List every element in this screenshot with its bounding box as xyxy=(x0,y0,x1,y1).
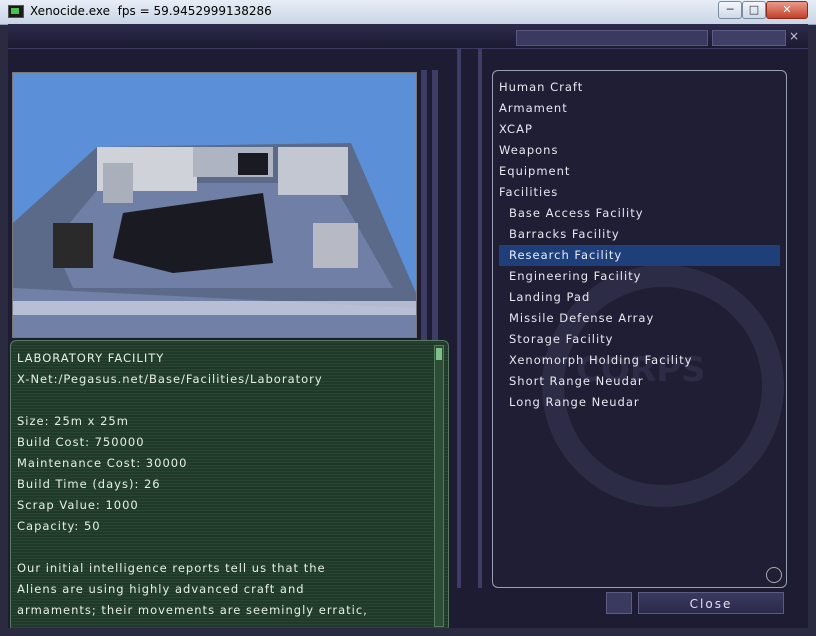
window-title: Xenocide.exe fps = 59.9452999138286 xyxy=(30,4,272,18)
info-line: Scrap Value: 1000 xyxy=(17,498,139,512)
menu-item-base-access-facility[interactable]: Base Access Facility xyxy=(499,203,780,224)
maximize-button[interactable]: □ xyxy=(742,1,766,19)
menu-item-barracks-facility[interactable]: Barracks Facility xyxy=(499,224,780,245)
info-line: LABORATORY FACILITY xyxy=(17,351,165,365)
top-frame: × xyxy=(8,24,808,49)
frame-bar xyxy=(457,48,461,588)
scrollbar-thumb[interactable] xyxy=(436,348,442,360)
menu-item-equipment[interactable]: Equipment xyxy=(499,161,780,182)
frame-segment xyxy=(712,30,786,46)
facility-model-image xyxy=(13,73,416,337)
menu-item-short-range-neudar[interactable]: Short Range Neudar xyxy=(499,371,780,392)
info-line xyxy=(17,537,368,558)
menu-item-engineering-facility[interactable]: Engineering Facility xyxy=(499,266,780,287)
close-window-button[interactable]: ✕ xyxy=(766,1,808,19)
menu-item-human-craft[interactable]: Human Craft xyxy=(499,77,780,98)
info-line: X-Net:/Pegasus.net/Base/Facilities/Labor… xyxy=(17,372,323,386)
info-line: Size: 25m x 25m xyxy=(17,414,129,428)
menu-item-long-range-neudar[interactable]: Long Range Neudar xyxy=(499,392,780,413)
menu-item-storage-facility[interactable]: Storage Facility xyxy=(499,329,780,350)
xnet-menu: Human Craft Armament XCAP Weapons Equipm… xyxy=(499,77,780,413)
menu-item-xenomorph-holding-facility[interactable]: Xenomorph Holding Facility xyxy=(499,350,780,371)
menu-item-landing-pad[interactable]: Landing Pad xyxy=(499,287,780,308)
info-line: Build Time (days): 26 xyxy=(17,477,161,491)
game-client: × LABORATORY FACILITY X-Net:/Pegasus.net… xyxy=(8,24,808,628)
facility-3d-view[interactable] xyxy=(12,72,417,338)
crosshair-icon xyxy=(766,567,782,583)
menu-item-armament[interactable]: Armament xyxy=(499,98,780,119)
title-bar: Xenocide.exe fps = 59.9452999138286 ─ □ … xyxy=(0,0,816,25)
menu-item-weapons[interactable]: Weapons xyxy=(499,140,780,161)
close-button[interactable]: Close xyxy=(638,592,784,614)
frame-bar xyxy=(478,48,482,588)
info-line: Build Cost: 750000 xyxy=(17,435,145,449)
menu-item-research-facility[interactable]: Research Facility xyxy=(499,245,780,266)
menu-item-xcap[interactable]: XCAP xyxy=(499,119,780,140)
inner-close-icon[interactable]: × xyxy=(789,29,799,43)
app-icon xyxy=(8,5,24,18)
info-line: armaments; their movements are seemingly… xyxy=(17,603,368,617)
facility-info-panel: LABORATORY FACILITY X-Net:/Pegasus.net/B… xyxy=(10,340,449,628)
menu-item-facilities[interactable]: Facilities xyxy=(499,182,780,203)
facility-info-text: LABORATORY FACILITY X-Net:/Pegasus.net/B… xyxy=(17,348,368,621)
frame-segment xyxy=(516,30,708,46)
menu-item-missile-defense-array[interactable]: Missile Defense Array xyxy=(499,308,780,329)
xnet-menu-panel: X CORPS Human Craft Armament XCAP Weapon… xyxy=(492,70,787,588)
info-scrollbar[interactable] xyxy=(434,345,444,627)
info-line xyxy=(17,390,368,411)
info-line: Our initial intelligence reports tell us… xyxy=(17,561,326,575)
close-button-tab xyxy=(606,592,632,614)
info-line: Aliens are using highly advanced craft a… xyxy=(17,582,305,596)
minimize-button[interactable]: ─ xyxy=(718,1,742,19)
info-line: Capacity: 50 xyxy=(17,519,101,533)
app-window: Xenocide.exe fps = 59.9452999138286 ─ □ … xyxy=(0,0,816,636)
info-line: Maintenance Cost: 30000 xyxy=(17,456,188,470)
